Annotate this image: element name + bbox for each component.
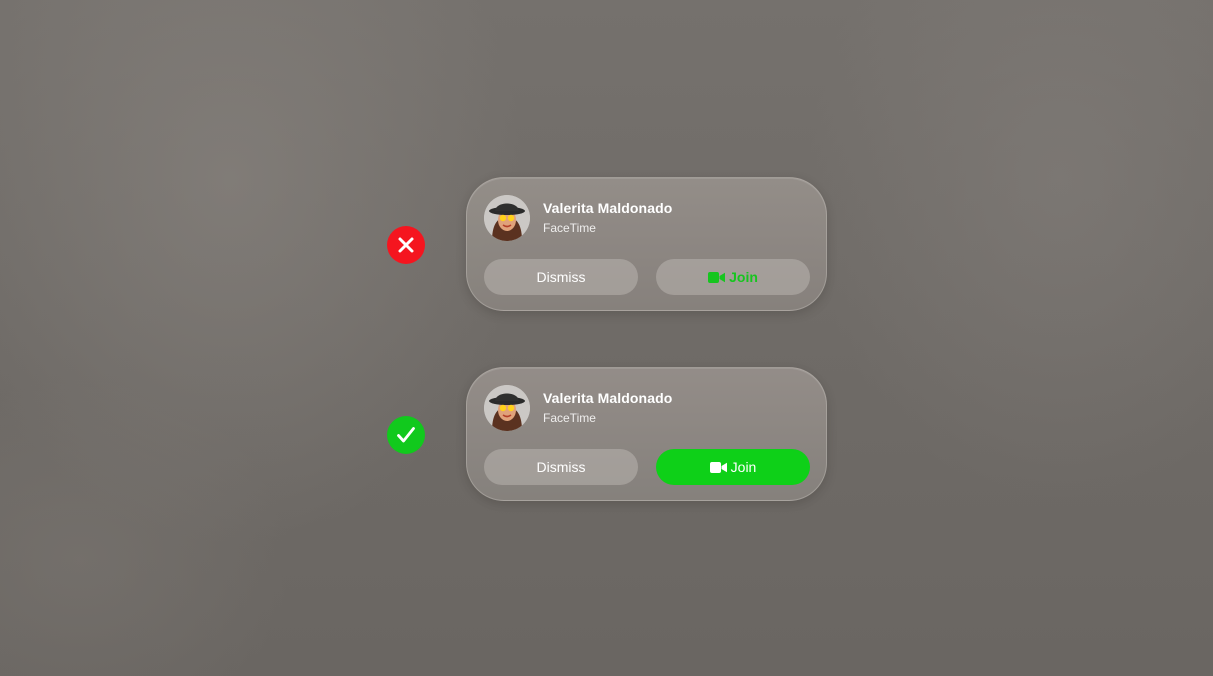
caller-avatar bbox=[484, 385, 530, 431]
caller-name: Valerita Maldonado bbox=[543, 390, 673, 406]
correct-example-checkmark-icon bbox=[387, 416, 425, 454]
dismiss-button-label: Dismiss bbox=[536, 269, 586, 285]
facetime-notification-correct: Valerita Maldonado FaceTime Dismiss Join bbox=[466, 367, 827, 501]
join-button-label: Join bbox=[729, 269, 758, 285]
app-name: FaceTime bbox=[543, 221, 596, 235]
video-camera-icon bbox=[709, 461, 727, 473]
dismiss-button-label: Dismiss bbox=[536, 459, 586, 475]
caller-avatar bbox=[484, 195, 530, 241]
dismiss-button[interactable]: Dismiss bbox=[484, 259, 638, 295]
dismiss-button[interactable]: Dismiss bbox=[484, 449, 638, 485]
incorrect-example-x-mark-icon bbox=[387, 226, 425, 264]
join-button[interactable]: Join bbox=[656, 449, 810, 485]
app-name: FaceTime bbox=[543, 411, 596, 425]
join-button[interactable]: Join bbox=[656, 259, 810, 295]
caller-name: Valerita Maldonado bbox=[543, 200, 673, 216]
video-camera-icon bbox=[708, 271, 726, 283]
join-button-label: Join bbox=[730, 459, 757, 475]
facetime-notification-incorrect: Valerita Maldonado FaceTime Dismiss Join bbox=[466, 177, 827, 311]
